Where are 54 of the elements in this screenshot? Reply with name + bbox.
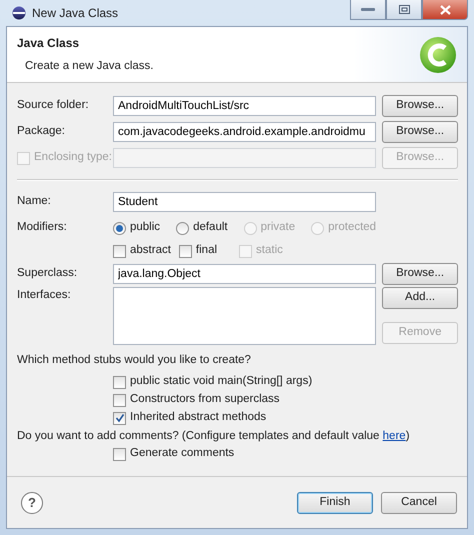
add-button[interactable]: Add...	[382, 287, 458, 309]
radio-button[interactable]	[113, 222, 126, 234]
radio-label: public	[130, 220, 160, 236]
browse-button[interactable]: Browse...	[382, 121, 458, 143]
field-label: Interfaces:	[17, 289, 71, 301]
radio-label: protected	[328, 220, 376, 236]
question-text: Do you want to add comments? (Configure templates and default value here)	[17, 429, 411, 444]
finish-button[interactable]: Finish	[297, 492, 373, 514]
checkbox-label: Constructors from superclass	[130, 392, 280, 408]
checkbox[interactable]	[113, 376, 126, 388]
field-label: Name:	[17, 194, 51, 210]
minimize-button[interactable]	[350, 0, 386, 20]
input-field[interactable]: AndroidMultiTouchList/src	[113, 96, 376, 116]
field-label: Modifiers:	[17, 220, 67, 236]
check-icon	[114, 413, 124, 423]
field-label: Superclass:	[17, 266, 78, 282]
checkbox-label: public static void main(String[] args)	[130, 374, 312, 390]
banner-title: Java Class	[17, 34, 80, 52]
browse-button[interactable]: Browse...	[382, 263, 458, 285]
input-field[interactable]: java.lang.Object	[113, 264, 376, 284]
checkbox[interactable]	[113, 448, 126, 460]
checkbox[interactable]	[178, 244, 192, 258]
checkbox-label: abstract	[130, 243, 171, 258]
cancel-button[interactable]: Cancel	[381, 492, 457, 514]
input-field[interactable]: Student	[113, 192, 376, 212]
radio-label: default	[193, 220, 228, 236]
minimize-icon	[361, 8, 375, 12]
class-icon	[419, 36, 457, 74]
checkbox-label: Enclosing type:	[34, 150, 112, 166]
help-button[interactable]: ?	[21, 492, 43, 514]
sphere-icon	[12, 6, 26, 20]
maximize-button[interactable]	[386, 0, 422, 20]
checkbox-label: Generate comments	[130, 446, 234, 462]
interfaces-list[interactable]	[113, 287, 376, 345]
maximize-icon	[398, 5, 410, 14]
question-text: Which method stubs would you like to create?	[17, 353, 252, 368]
window-title: New Java Class	[32, 5, 118, 22]
field-label: Source folder:	[17, 98, 89, 114]
checkbox[interactable]	[113, 394, 126, 406]
radio-button[interactable]	[176, 222, 190, 234]
browse-button[interactable]: Browse...	[382, 95, 458, 117]
checkbox[interactable]	[113, 412, 126, 424]
field-label: Package:	[17, 124, 65, 140]
input-field[interactable]: com.javacodegeeks.android.example.androidmu	[113, 122, 376, 142]
checkbox-label: Inherited abstract methods	[130, 410, 266, 426]
checkbox[interactable]	[113, 244, 126, 258]
checkbox-label: static	[256, 243, 283, 258]
banner-description: Create a new Java class.	[25, 58, 154, 74]
here-link[interactable]: here	[382, 430, 406, 442]
close-icon	[440, 4, 450, 14]
radio-dot-icon	[116, 224, 123, 232]
close-button[interactable]	[422, 0, 468, 20]
checkbox-label: final	[196, 243, 218, 258]
radio-label: private	[260, 220, 296, 236]
